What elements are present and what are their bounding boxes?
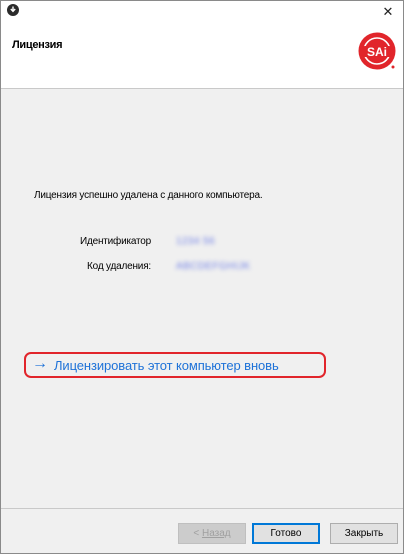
wizard-content: Лицензия успешно удалена с данного компь…	[1, 89, 403, 508]
relicense-link-text: Лицензировать этот компьютер вновь	[54, 357, 279, 373]
page-title: Лицензия	[12, 39, 63, 51]
arrow-right-icon: →	[32, 355, 48, 372]
back-label: Назад	[201, 528, 231, 539]
removal-code-value: ABCDEFGHIJK	[176, 261, 251, 272]
sai-logo: SAi	[358, 32, 396, 70]
app-icon	[7, 4, 19, 16]
relicense-link[interactable]: → Лицензировать этот компьютер вновь	[24, 352, 326, 378]
close-window-button[interactable]: ✕	[373, 1, 403, 23]
wizard-header: Лицензия SAi	[1, 23, 403, 89]
wizard-footer: < Назад Готово Закрыть	[1, 508, 403, 553]
title-bar: ✕	[1, 1, 403, 23]
logo-text: SAi	[367, 45, 387, 59]
license-dialog: ✕ Лицензия SAi Лицензия успешно удалена …	[0, 0, 404, 554]
identifier-label: Идентификатор	[79, 236, 151, 247]
removal-code-label: Код удаления:	[87, 261, 151, 272]
close-icon: ✕	[382, 4, 394, 19]
back-button[interactable]: < Назад	[178, 523, 246, 544]
done-button[interactable]: Готово	[252, 523, 320, 544]
identifier-value: 1234 56	[176, 236, 215, 247]
close-button[interactable]: Закрыть	[330, 523, 398, 544]
status-message: Лицензия успешно удалена с данного компь…	[34, 190, 263, 201]
back-prefix: <	[193, 528, 202, 539]
